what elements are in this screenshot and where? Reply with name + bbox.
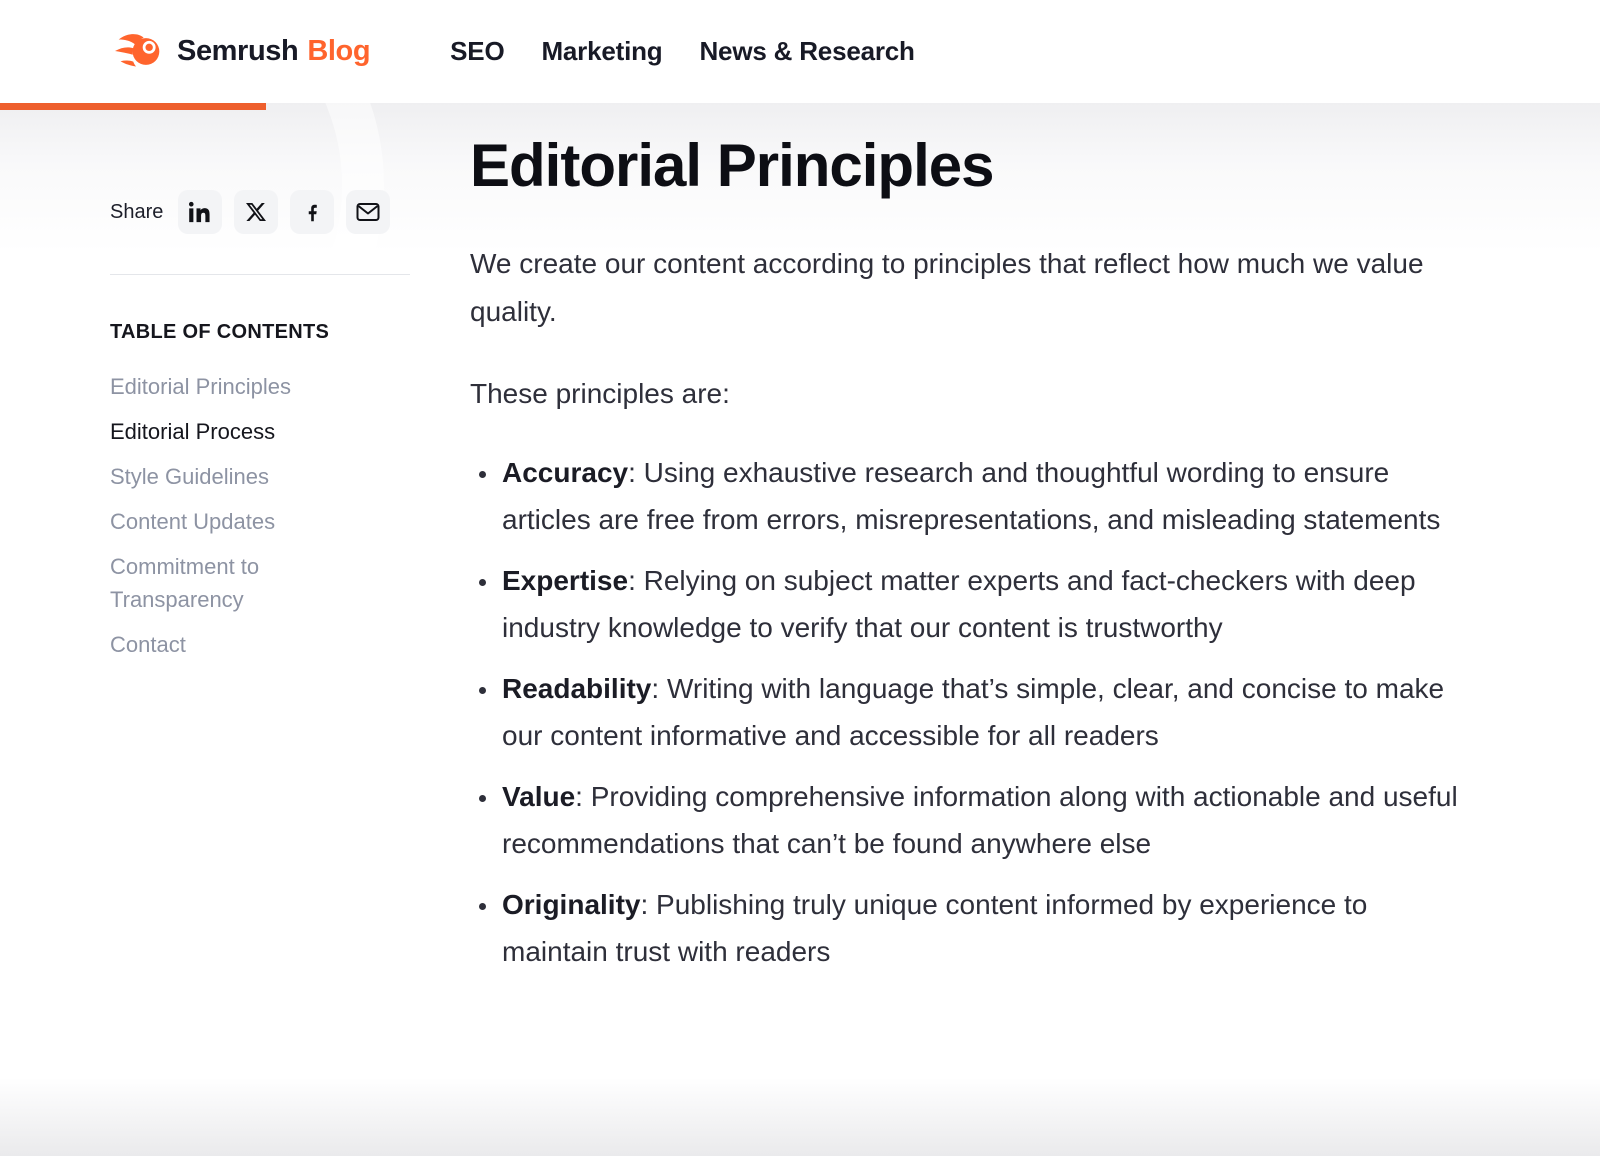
header: Semrush Blog SEO Marketing News & Resear… xyxy=(0,0,1600,103)
principle-term: Originality xyxy=(502,889,640,920)
principle-item-value: Value: Providing comprehensive informati… xyxy=(500,773,1474,867)
principles-list: Accuracy: Using exhaustive research and … xyxy=(470,449,1474,975)
article: Editorial Principles We create our conte… xyxy=(470,103,1474,1156)
toc-item-content-updates[interactable]: Content Updates xyxy=(110,505,374,538)
principle-term: Expertise xyxy=(502,565,628,596)
toc-item-editorial-process[interactable]: Editorial Process xyxy=(110,415,374,448)
nav-item-seo[interactable]: SEO xyxy=(450,36,504,67)
page-title: Editorial Principles xyxy=(470,131,1474,200)
principle-item-accuracy: Accuracy: Using exhaustive research and … xyxy=(500,449,1474,543)
share-label: Share xyxy=(110,201,163,224)
linkedin-icon xyxy=(189,201,211,223)
table-of-contents: TABLE OF CONTENTS Editorial Principles E… xyxy=(110,321,374,661)
toc-item-contact[interactable]: Contact xyxy=(110,628,374,661)
share-email-button[interactable] xyxy=(346,190,390,234)
principle-item-expertise: Expertise: Relying on subject matter exp… xyxy=(500,557,1474,651)
x-icon xyxy=(246,202,266,222)
brand-logo-link[interactable]: Semrush Blog xyxy=(115,31,370,72)
principle-description: : Relying on subject matter experts and … xyxy=(502,565,1416,643)
toc-title: TABLE OF CONTENTS xyxy=(110,321,374,344)
share-linkedin-button[interactable] xyxy=(178,190,222,234)
sidebar-divider xyxy=(110,274,410,275)
brand-name: Semrush xyxy=(177,35,298,68)
principle-description: : Providing comprehensive information al… xyxy=(502,781,1458,859)
principle-item-readability: Readability: Writing with language that’… xyxy=(500,665,1474,759)
main-nav: SEO Marketing News & Research xyxy=(450,36,915,67)
share-facebook-button[interactable] xyxy=(290,190,334,234)
share-row: Share xyxy=(110,190,410,234)
principle-term: Accuracy xyxy=(502,457,628,488)
brand-suffix: Blog xyxy=(307,35,370,68)
principle-item-originality: Originality: Publishing truly unique con… xyxy=(500,881,1474,975)
email-icon xyxy=(356,201,380,223)
nav-item-news-research[interactable]: News & Research xyxy=(699,36,914,67)
reading-progress-bar xyxy=(0,103,266,110)
toc-item-editorial-principles[interactable]: Editorial Principles xyxy=(110,370,374,403)
principle-description: : Using exhaustive research and thoughtf… xyxy=(502,457,1440,535)
nav-item-marketing[interactable]: Marketing xyxy=(541,36,662,67)
page-content: Share xyxy=(0,103,1600,1156)
toc-item-commitment-to-transparency[interactable]: Commitment to Transparency xyxy=(110,550,374,616)
principle-term: Readability xyxy=(502,673,651,704)
principle-term: Value xyxy=(502,781,575,812)
lead-paragraph: These principles are: xyxy=(470,370,1474,418)
facebook-icon xyxy=(302,202,323,223)
toc-item-style-guidelines[interactable]: Style Guidelines xyxy=(110,460,374,493)
semrush-logo-icon xyxy=(115,31,163,72)
sidebar: Share xyxy=(110,103,410,1156)
share-x-button[interactable] xyxy=(234,190,278,234)
intro-paragraph: We create our content according to princ… xyxy=(470,240,1474,336)
